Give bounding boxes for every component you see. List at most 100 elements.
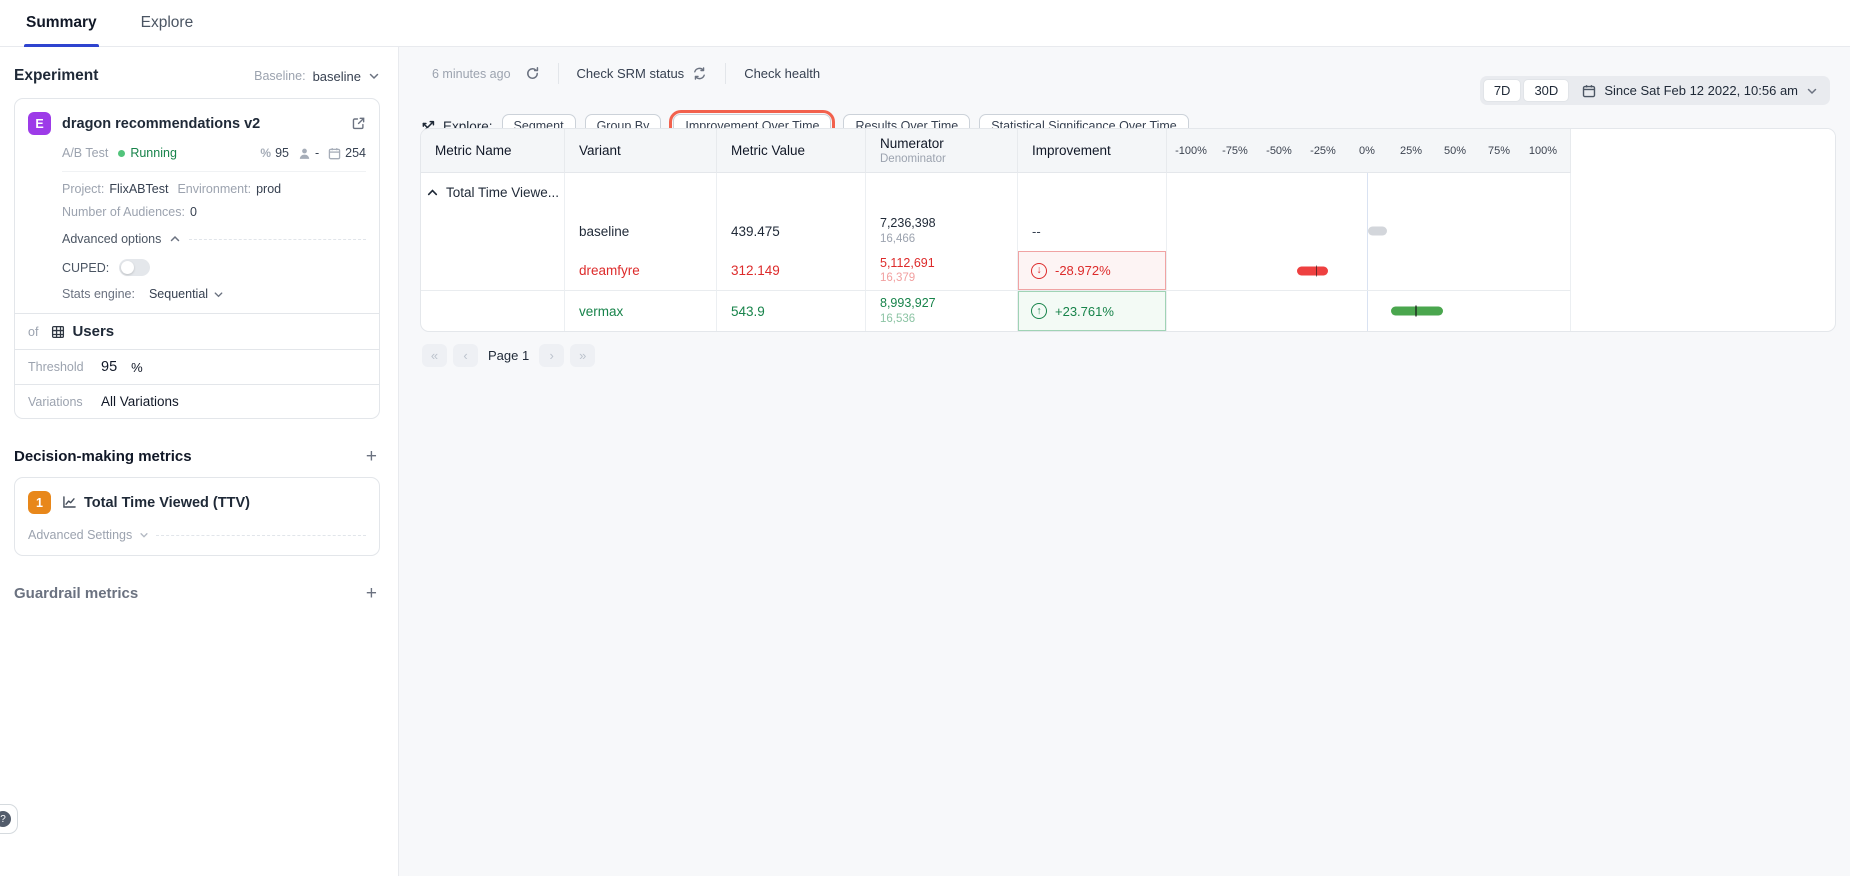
divider <box>725 63 727 84</box>
empty-cell <box>1571 173 1835 211</box>
next-page-button[interactable]: › <box>539 344 565 367</box>
project-env-line: Project: FlixABTest Environment: prod <box>28 182 366 196</box>
prev-page-button[interactable]: ‹ <box>453 344 478 367</box>
chart-cell <box>1167 251 1571 291</box>
range-7d-button[interactable]: 7D <box>1482 79 1522 102</box>
baseline-selector[interactable]: Baseline: baseline <box>254 69 380 84</box>
check-health-button[interactable]: Check health <box>744 66 820 81</box>
header-metric-value: Metric Value <box>717 129 866 173</box>
days-stat-value: 254 <box>345 146 366 160</box>
empty-cell <box>421 251 565 291</box>
cuped-toggle[interactable] <box>119 259 151 276</box>
date-range-selector[interactable]: Since Sat Feb 12 2022, 10:56 am <box>1571 80 1827 101</box>
decision-metric-row[interactable]: 1 Total Time Viewed (TTV) <box>28 491 366 514</box>
improvement-value: -- <box>1032 223 1041 239</box>
empty-cell <box>1571 211 1835 251</box>
numerator-value: 7,236,398 <box>880 216 936 230</box>
cuped-row: CUPED: <box>28 259 366 276</box>
days-stat: 254 <box>328 146 366 160</box>
empty-cell <box>565 173 717 211</box>
decision-metric-card: 1 Total Time Viewed (TTV) Advanced Setti… <box>14 477 380 556</box>
help-button[interactable]: ? <box>0 804 18 834</box>
header-numerator-label: Numerator <box>880 136 944 151</box>
empty-cell <box>421 291 565 331</box>
header-metric-name: Metric Name <box>421 129 565 173</box>
environment-value: prod <box>256 182 282 196</box>
header-improvement: Improvement <box>1018 129 1167 173</box>
metric-group-cell[interactable]: Total Time Viewe... <box>421 173 565 211</box>
variations-value[interactable]: All Variations <box>101 394 179 409</box>
axis-tick: 0% <box>1359 144 1375 157</box>
range-30d-button[interactable]: 30D <box>1523 79 1570 102</box>
axis-tick: 75% <box>1487 144 1511 157</box>
tab-explore-label: Explore <box>140 14 194 31</box>
stats-engine-label: Stats engine: <box>62 287 135 301</box>
axis-tick: 50% <box>1443 144 1467 157</box>
of-label: of <box>28 324 39 339</box>
stats-engine-row: Stats engine: Sequential <box>28 287 366 301</box>
check-srm-status-button[interactable]: Check SRM status <box>577 66 708 81</box>
header-metric-name-label: Metric Name <box>435 143 512 158</box>
line-chart-icon <box>62 495 77 510</box>
numerator-value: 8,993,927 <box>880 296 936 310</box>
denominator-value: 16,379 <box>880 272 916 285</box>
zero-axis-line <box>1367 173 1368 211</box>
experiment-section-header: Experiment Baseline: baseline <box>14 67 380 85</box>
unit-type-section: of Users <box>15 313 379 349</box>
experiment-sidebar: Experiment Baseline: baseline E dragon r… <box>0 47 399 876</box>
metric-value: 543.9 <box>731 303 765 319</box>
calendar-icon <box>1582 84 1596 98</box>
tab-explore[interactable]: Explore <box>141 0 194 47</box>
date-range-controls: 7D 30D Since Sat Feb 12 2022, 10:56 am <box>1479 76 1830 105</box>
numerator-value: 5,112,691 <box>880 255 935 270</box>
project-value: FlixABTest <box>109 182 169 196</box>
stats-engine-selector[interactable]: Sequential <box>149 287 224 301</box>
table-row-vermax[interactable]: vermax 543.9 8,993,927 16,536 ↑ +23.761% <box>421 291 1835 331</box>
collapse-chevron-icon[interactable] <box>426 186 439 199</box>
denominator-value: 16,536 <box>880 312 916 325</box>
threshold-stat-value: 95 <box>275 146 289 160</box>
dashed-divider <box>189 238 366 240</box>
chart-cell <box>1167 173 1571 211</box>
axis-tick: 25% <box>1399 144 1423 157</box>
empty-cell <box>717 173 866 211</box>
audiences-line: Number of Audiences: 0 <box>28 205 366 219</box>
calendar-icon <box>328 147 341 160</box>
bar-center-line <box>1315 265 1318 276</box>
zero-axis-line <box>1367 291 1368 331</box>
header-metric-value-label: Metric Value <box>731 143 806 158</box>
refresh-icon[interactable] <box>525 66 540 81</box>
improvement-badge-positive: ↑ +23.761% <box>1018 291 1166 331</box>
table-row-baseline[interactable]: baseline 439.475 7,236,398 16,466 -- <box>421 211 1835 251</box>
variant-name: vermax <box>579 303 624 319</box>
dashed-divider <box>156 534 366 536</box>
external-link-icon[interactable] <box>351 116 366 131</box>
audiences-label: Number of Audiences: <box>62 205 185 219</box>
advanced-settings-toggle[interactable]: Advanced Settings <box>28 528 366 542</box>
header-denominator-label: Denominator <box>880 153 946 165</box>
help-icon: ? <box>0 811 11 827</box>
unit-type-value[interactable]: Users <box>72 323 114 340</box>
table-row-dreamfyre[interactable]: dreamfyre 312.149 5,112,691 16,379 ↓ -28… <box>421 251 1835 291</box>
baseline-value: baseline <box>312 68 361 84</box>
guardrail-metrics-header: Guardrail metrics + <box>14 584 380 603</box>
last-page-button[interactable]: » <box>570 344 596 367</box>
experiment-name: dragon recommendations v2 <box>62 115 261 132</box>
chart-cell <box>1167 211 1571 251</box>
chevron-down-icon <box>368 70 380 82</box>
chevron-down-icon <box>139 530 149 540</box>
add-guardrail-metric-button[interactable]: + <box>363 584 380 603</box>
improvement-value: -28.972% <box>1055 263 1111 278</box>
tab-summary[interactable]: Summary <box>24 0 99 47</box>
first-page-button[interactable]: « <box>422 344 447 367</box>
add-decision-metric-button[interactable]: + <box>363 447 380 466</box>
results-main: 6 minutes ago Check SRM status Check hea… <box>399 47 1850 876</box>
denominator-value: 16,466 <box>880 232 916 245</box>
advanced-options-toggle[interactable]: Advanced options <box>28 232 366 246</box>
bar-center-line <box>1415 305 1417 317</box>
axis-tick: -50% <box>1266 144 1292 157</box>
active-tab-underline <box>24 43 99 47</box>
threshold-value[interactable]: 95 <box>101 359 117 375</box>
project-label: Project: <box>62 182 105 196</box>
arrow-up-circle-icon: ↑ <box>1031 303 1047 319</box>
